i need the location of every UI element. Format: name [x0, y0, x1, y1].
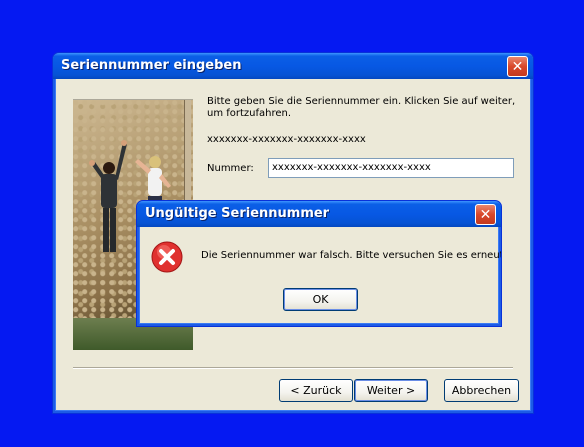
window-title: Seriennummer eingeben: [61, 58, 242, 73]
cancel-button[interactable]: Abbrechen: [444, 379, 519, 402]
window-titlebar[interactable]: Seriennummer eingeben ✕: [53, 53, 533, 79]
serial-number-input[interactable]: xxxxxxx-xxxxxxx-xxxxxxx-xxxx: [268, 158, 514, 178]
close-icon: ✕: [479, 206, 492, 223]
back-button[interactable]: < Zurück: [279, 379, 353, 402]
error-close-button[interactable]: ✕: [475, 204, 496, 225]
invalid-serial-dialog: Ungültige Seriennummer ✕ Die Seriennumme…: [136, 200, 502, 327]
error-icon: [151, 241, 183, 273]
number-label: Nummer:: [207, 163, 254, 174]
error-titlebar[interactable]: Ungültige Seriennummer ✕: [137, 201, 501, 227]
next-button[interactable]: Weiter >: [354, 379, 428, 402]
serial-format-example: xxxxxxx-xxxxxxx-xxxxxxx-xxxx: [207, 134, 366, 145]
window-close-button[interactable]: ✕: [507, 56, 528, 77]
error-title: Ungültige Seriennummer: [145, 206, 330, 221]
ok-button[interactable]: OK: [283, 288, 358, 311]
close-icon: ✕: [511, 58, 524, 75]
illustration-man: [89, 140, 127, 252]
desktop: Seriennummer eingeben ✕ Bitte geben Sie …: [0, 0, 584, 447]
error-message: Die Seriennummer war falsch. Bitte versu…: [201, 250, 502, 261]
button-separator: [73, 367, 513, 369]
instructions-text: Bitte geben Sie die Seriennummer ein. Kl…: [207, 96, 516, 119]
error-client-area: Die Seriennummer war falsch. Bitte versu…: [140, 227, 501, 323]
